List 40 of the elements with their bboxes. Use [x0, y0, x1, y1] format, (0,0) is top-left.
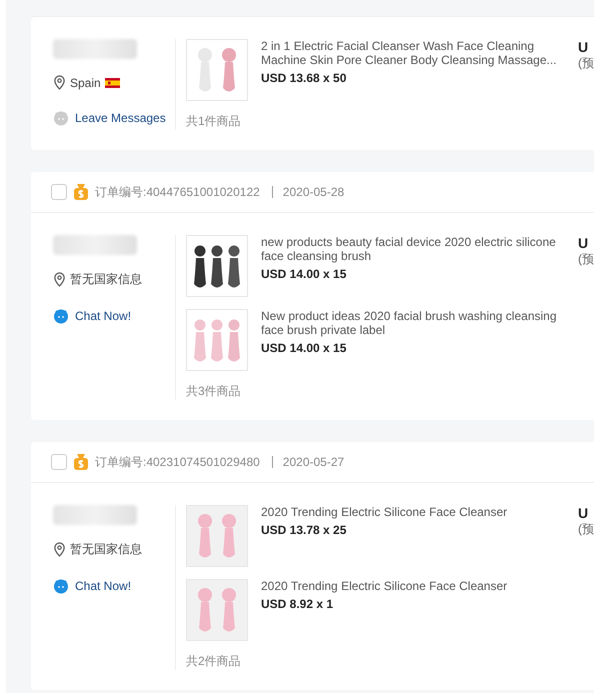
item-count: 共2件商品: [186, 653, 242, 670]
price-quantity: USD 13.78 x 25: [261, 523, 348, 537]
total-amount: U: [578, 235, 590, 251]
product-title[interactable]: 2020 Trending Electric Silicone Face Cleanser: [261, 579, 566, 593]
country-label: 暂无国家信息: [70, 271, 142, 288]
total-note: (预: [578, 251, 594, 268]
product-title[interactable]: 2020 Trending Electric Silicone Face Cleanser: [261, 505, 566, 519]
flag-icon: [104, 78, 120, 88]
checkbox[interactable]: [51, 184, 67, 200]
order-number: 订单编号:40231074501029480: [95, 454, 260, 470]
total-amount: U: [578, 39, 590, 55]
product-title[interactable]: 2 in 1 Electric Facial Cleanser Wash Face Cleaning Machine Skin Pore Cleaner Body Cleansing Massage...: [261, 39, 566, 67]
chat-bubble-icon: [53, 308, 69, 324]
country-label: Spain: [70, 76, 101, 90]
total-amount: U: [578, 505, 590, 521]
checkbox[interactable]: [51, 454, 67, 470]
item-count: 共3件商品: [186, 383, 242, 400]
product-title[interactable]: new products beauty facial device 2020 electric silicone face cleansing brush: [261, 235, 566, 263]
money-bag-icon: [73, 453, 89, 471]
location-pin-icon: [53, 542, 66, 557]
price-quantity: USD 8.92 x 1: [261, 597, 334, 611]
total-note: (预: [578, 55, 594, 72]
price-quantity: USD 13.68 x 50: [261, 71, 348, 85]
order-number: 订单编号:40447651001020122: [95, 184, 260, 200]
chat-link[interactable]: Chat Now!: [75, 579, 132, 593]
chat-bubble-icon: [53, 110, 69, 126]
chat-link[interactable]: Chat Now!: [75, 309, 132, 323]
chat-link[interactable]: Leave Messages: [75, 111, 166, 125]
price-quantity: USD 14.00 x 15: [261, 267, 348, 281]
location-pin-icon: [53, 272, 66, 287]
price-quantity: USD 14.00 x 15: [261, 341, 348, 355]
item-count: 共1件商品: [186, 113, 242, 130]
order-date: 2020-05-28: [282, 185, 344, 199]
country-label: 暂无国家信息: [70, 541, 142, 558]
product-title[interactable]: New product ideas 2020 facial brush washing cleansing face brush private label: [261, 309, 566, 337]
location-pin-icon: [53, 75, 66, 90]
chat-bubble-icon: [53, 578, 69, 594]
total-note: (预: [578, 521, 594, 538]
money-bag-icon: [73, 183, 89, 201]
order-date: 2020-05-27: [282, 455, 344, 469]
